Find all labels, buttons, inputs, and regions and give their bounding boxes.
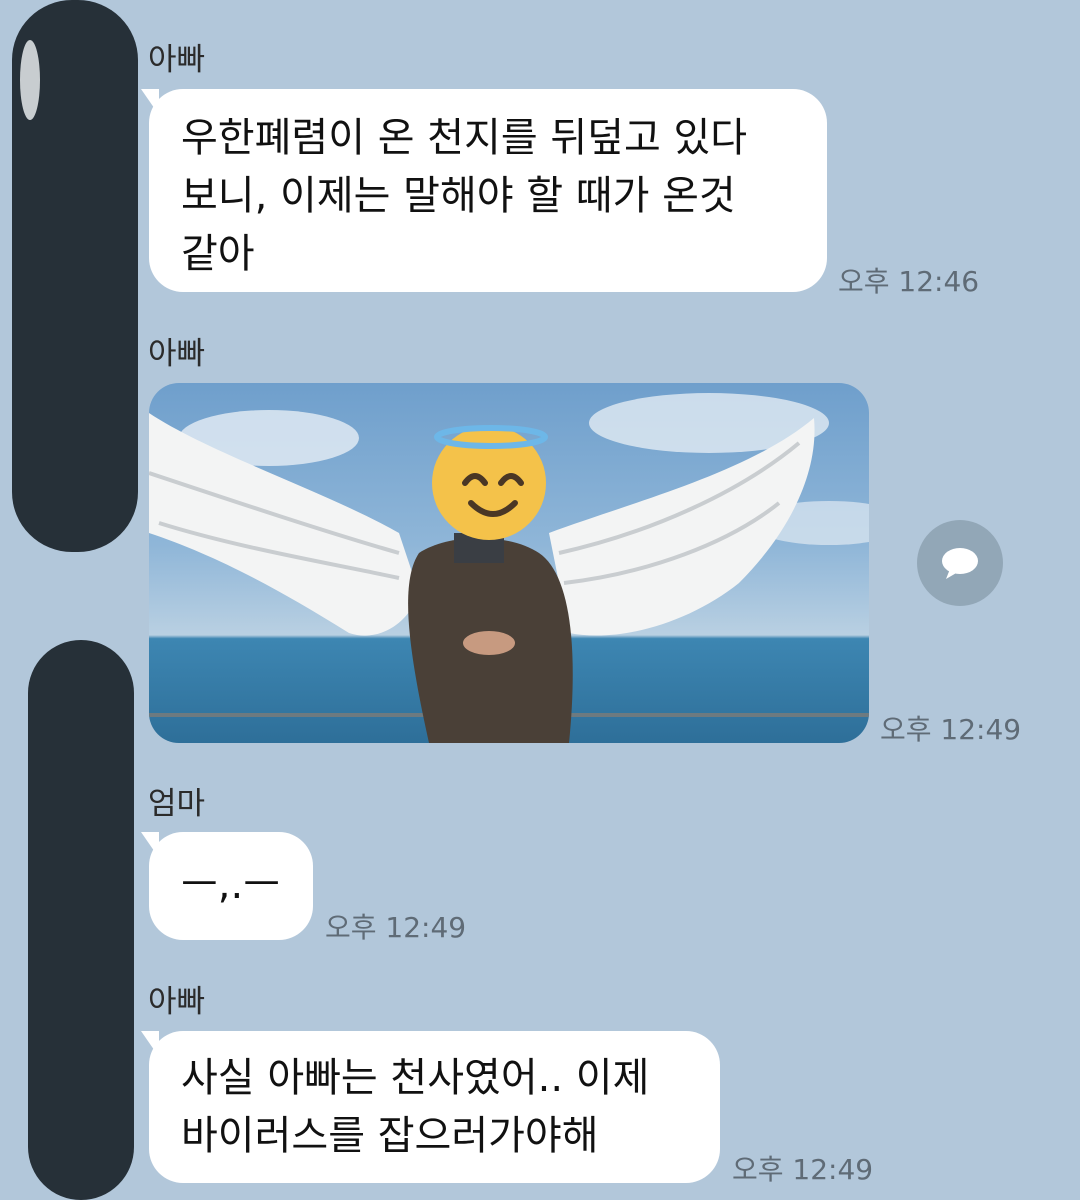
message-line: 보니, 이제는 말해야 할 때가 온것 bbox=[181, 173, 736, 219]
message-bubble[interactable]: ㅡ,.ㅡ bbox=[141, 832, 313, 940]
chat-share-icon bbox=[942, 548, 978, 579]
message-bubble[interactable]: 우한폐렴이 온 천지를 뒤덮고 있다 보니, 이제는 말해야 할 때가 온것 같… bbox=[141, 89, 827, 292]
message-time: 오후 12:46 bbox=[838, 265, 980, 298]
message-time: 오후 12:49 bbox=[732, 1153, 874, 1186]
message-line: 우한폐렴이 온 천지를 뒤덮고 있다 bbox=[181, 115, 748, 161]
message-time: 오후 12:49 bbox=[880, 713, 1022, 746]
sender-name: 아빠 bbox=[148, 336, 206, 372]
photo-illustration bbox=[149, 393, 869, 743]
message-line: 바이러스를 잡으러가야해 bbox=[181, 1113, 599, 1159]
sender-name: 아빠 bbox=[148, 42, 206, 78]
avatar-redaction-bottom bbox=[28, 640, 134, 1200]
message-time: 오후 12:49 bbox=[325, 911, 467, 944]
avatar[interactable] bbox=[20, 40, 40, 120]
message-bubble[interactable]: 사실 아빠는 천사였어.. 이제 바이러스를 잡으러가야해 bbox=[141, 1031, 720, 1183]
sender-name: 엄마 bbox=[148, 786, 206, 822]
message-line: 같아 bbox=[181, 231, 255, 277]
message-line: 사실 아빠는 천사였어.. 이제 bbox=[181, 1055, 650, 1101]
sender-name: 아빠 bbox=[148, 984, 206, 1020]
photo-angel-wings[interactable] bbox=[149, 383, 869, 743]
share-button[interactable] bbox=[917, 520, 1003, 606]
message-line: ㅡ,.ㅡ bbox=[181, 862, 281, 908]
